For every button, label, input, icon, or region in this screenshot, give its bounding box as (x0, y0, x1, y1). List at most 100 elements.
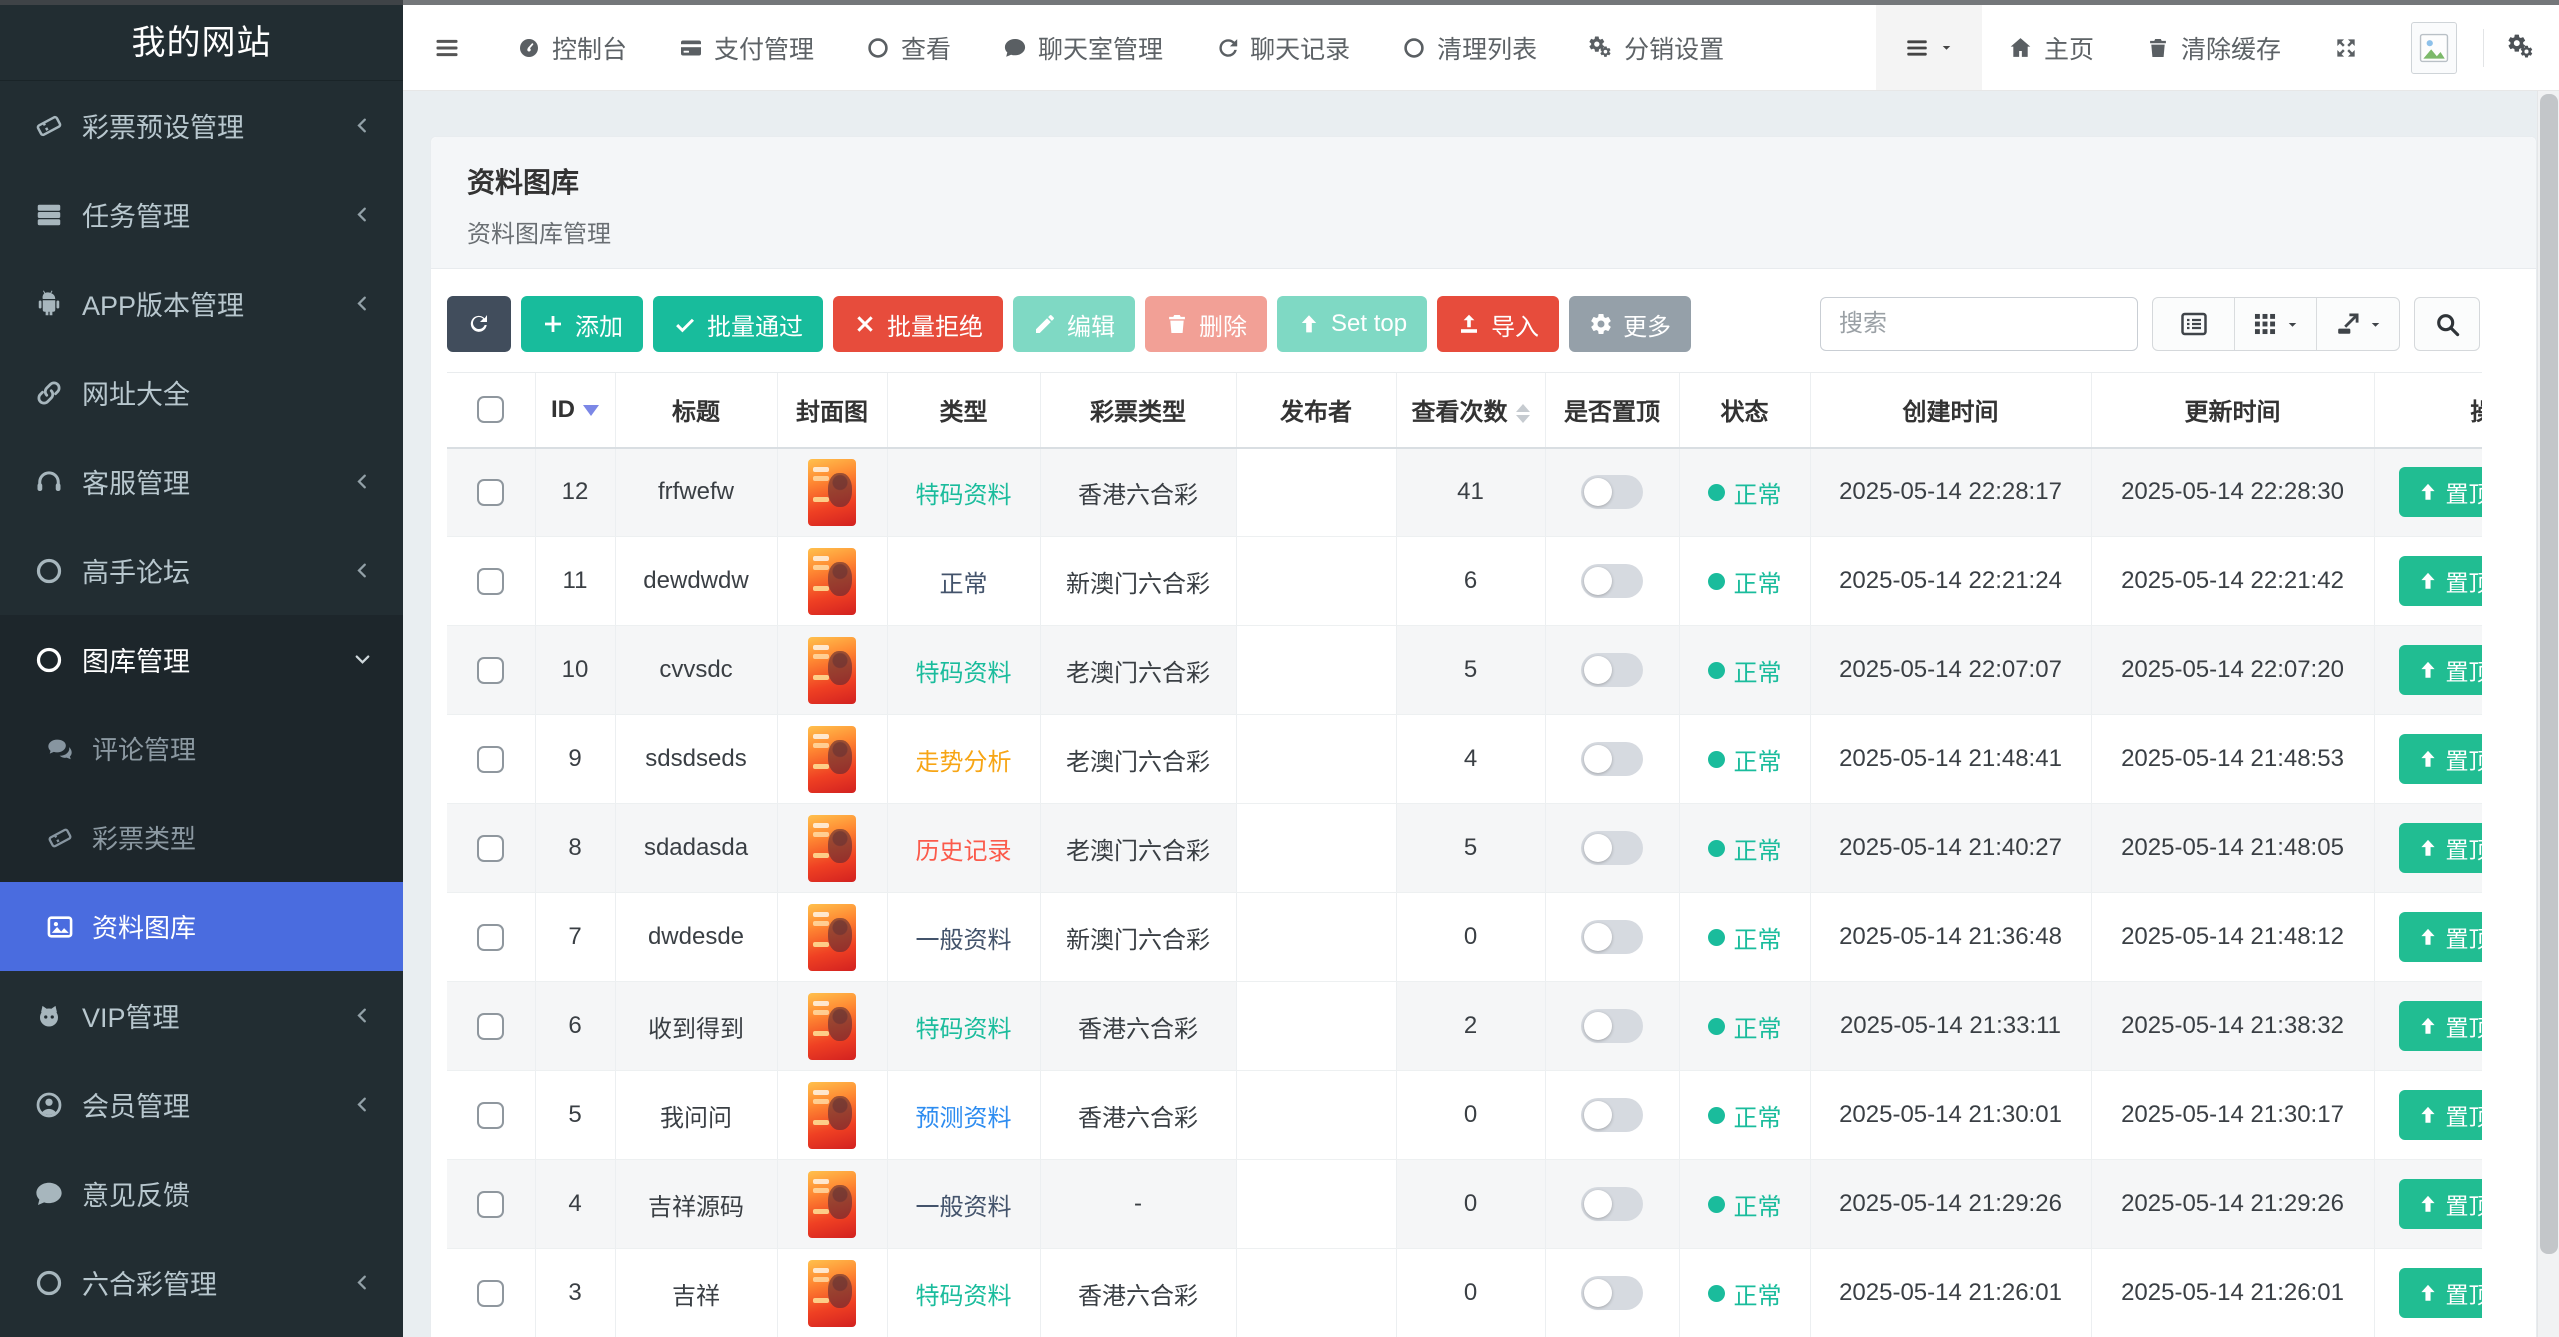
nav-item-chatroom-management[interactable]: 聊天室管理 (977, 5, 1189, 90)
row-checkbox[interactable] (477, 1013, 504, 1040)
pinned-toggle[interactable] (1581, 564, 1643, 598)
nav-clear-cache[interactable]: 清除缓存 (2120, 5, 2307, 90)
chevron-left-icon (352, 293, 373, 314)
refresh-button[interactable] (447, 296, 511, 352)
pinned-toggle[interactable] (1581, 653, 1643, 687)
cover-thumbnail[interactable] (808, 459, 856, 526)
nav-item-console[interactable]: 控制台 (491, 5, 653, 90)
sidebar-item-label: 高手论坛 (82, 551, 190, 590)
cover-thumbnail[interactable] (808, 548, 856, 615)
pinned-toggle[interactable] (1581, 1098, 1643, 1132)
table-header-查看次数[interactable]: 查看次数 (1396, 373, 1545, 448)
sidebar-item-lottery-preset[interactable]: 彩票预设管理 (0, 81, 403, 170)
pinned-toggle[interactable] (1581, 1009, 1643, 1043)
cell-pinned (1545, 626, 1679, 715)
arrow-up-icon (2417, 1282, 2439, 1304)
set-top-row-button[interactable]: 置顶 (2399, 1090, 2483, 1140)
sidebar-item-feedback[interactable]: 意见反馈 (0, 1149, 403, 1238)
row-checkbox[interactable] (477, 1191, 504, 1218)
pinned-toggle[interactable] (1581, 475, 1643, 509)
nav-item-chat-history[interactable]: 聊天记录 (1189, 5, 1376, 90)
sidebar-item-vip-management[interactable]: VIP管理 (0, 971, 403, 1060)
sidebar-item-liuhecai-management[interactable]: 六合彩管理 (0, 1238, 403, 1327)
more-button[interactable]: 更多 (1569, 296, 1691, 352)
pinned-toggle[interactable] (1581, 920, 1643, 954)
edit-button[interactable]: 编辑 (1013, 296, 1135, 352)
import-button[interactable]: 导入 (1437, 296, 1559, 352)
cover-thumbnail[interactable] (808, 1260, 856, 1327)
row-checkbox[interactable] (477, 1102, 504, 1129)
arrow-up-icon (2417, 1015, 2439, 1037)
batch-approve-button[interactable]: 批量通过 (653, 296, 823, 352)
set-top-row-button[interactable]: 置顶 (2399, 1179, 2483, 1229)
row-checkbox[interactable] (477, 835, 504, 862)
sidebar-toggle-button[interactable] (403, 5, 491, 90)
nav-item-payment-management[interactable]: 支付管理 (653, 5, 840, 90)
columns-button[interactable] (2235, 298, 2317, 350)
row-checkbox[interactable] (477, 746, 504, 773)
row-checkbox[interactable] (477, 479, 504, 506)
cover-thumbnail[interactable] (808, 1171, 856, 1238)
set-top-row-button[interactable]: 置顶 (2399, 823, 2483, 873)
sidebar-item-expert-forum[interactable]: 高手论坛 (0, 526, 403, 615)
pinned-toggle[interactable] (1581, 1187, 1643, 1221)
nav-more-dropdown[interactable] (1876, 5, 1982, 90)
sidebar-item-tasks[interactable]: 任务管理 (0, 170, 403, 259)
nav-item-cleanup-list[interactable]: 清理列表 (1376, 5, 1563, 90)
sidebar-item-url-directory[interactable]: 网址大全 (0, 348, 403, 437)
delete-button[interactable]: 删除 (1145, 296, 1267, 352)
table-header-创建时间: 创建时间 (1810, 373, 2091, 448)
batch-reject-button[interactable]: 批量拒绝 (833, 296, 1003, 352)
sidebar-item-customer-service[interactable]: 客服管理 (0, 437, 403, 526)
select-all-checkbox[interactable] (477, 396, 504, 423)
cover-thumbnail[interactable] (808, 904, 856, 971)
set-top-row-button[interactable]: 置顶 (2399, 645, 2483, 695)
sidebar-item-app-version[interactable]: APP版本管理 (0, 259, 403, 348)
cover-thumbnail[interactable] (808, 815, 856, 882)
table-row: 12frfwefw特码资料香港六合彩41正常2025-05-14 22:28:1… (447, 448, 2482, 537)
sidebar-item-gallery-management[interactable]: 图库管理 (0, 615, 403, 704)
cell-actions: 置顶 (2374, 448, 2482, 537)
search-input[interactable] (1820, 297, 2138, 351)
cell-updated-time: 2025-05-14 22:07:20 (2091, 626, 2374, 715)
row-checkbox[interactable] (477, 657, 504, 684)
table-header-ID[interactable]: ID (535, 373, 615, 448)
set-top-row-button[interactable]: 置顶 (2399, 912, 2483, 962)
pinned-toggle[interactable] (1581, 1276, 1643, 1310)
scrollbar-thumb[interactable] (2540, 94, 2558, 1254)
nav-item-distribution-settings[interactable]: 分销设置 (1563, 5, 1750, 90)
cell-cover (777, 1071, 887, 1160)
row-checkbox[interactable] (477, 924, 504, 951)
sidebar-item-lottery-type[interactable]: 彩票类型 (0, 793, 403, 882)
sidebar-item-member-management[interactable]: 会员管理 (0, 1060, 403, 1149)
cover-thumbnail[interactable] (808, 637, 856, 704)
settings-gear-button[interactable] (2484, 34, 2559, 61)
export-button[interactable] (2317, 298, 2399, 350)
cover-thumbnail[interactable] (808, 726, 856, 793)
set-top-button[interactable]: Set top (1277, 296, 1427, 352)
toggle-view-button[interactable] (2153, 298, 2235, 350)
set-top-row-button[interactable]: 置顶 (2399, 556, 2483, 606)
avatar[interactable] (2411, 22, 2457, 74)
pinned-toggle[interactable] (1581, 742, 1643, 776)
set-top-row-button[interactable]: 置顶 (2399, 1001, 2483, 1051)
cover-thumbnail[interactable] (808, 1082, 856, 1149)
set-top-row-button[interactable]: 置顶 (2399, 1268, 2483, 1318)
row-checkbox[interactable] (477, 568, 504, 595)
cell-publisher (1236, 715, 1396, 804)
status-label: 正常 (1734, 1009, 1782, 1044)
set-top-row-button[interactable]: 置顶 (2399, 734, 2483, 784)
nav-item-view[interactable]: 查看 (840, 5, 977, 90)
pinned-toggle[interactable] (1581, 831, 1643, 865)
status-badge: 正常 (1708, 1276, 1782, 1311)
search-button[interactable] (2414, 297, 2480, 351)
add-button[interactable]: 添加 (521, 296, 643, 352)
row-checkbox[interactable] (477, 1280, 504, 1307)
cover-thumbnail[interactable] (808, 993, 856, 1060)
set-top-row-button[interactable]: 置顶 (2399, 467, 2483, 517)
fullscreen-button[interactable] (2307, 5, 2385, 90)
sidebar-item-data-gallery[interactable]: 资料图库 (0, 882, 403, 971)
sidebar-item-comment-management[interactable]: 评论管理 (0, 704, 403, 793)
cat-icon (32, 999, 66, 1033)
nav-home[interactable]: 主页 (1982, 5, 2120, 90)
